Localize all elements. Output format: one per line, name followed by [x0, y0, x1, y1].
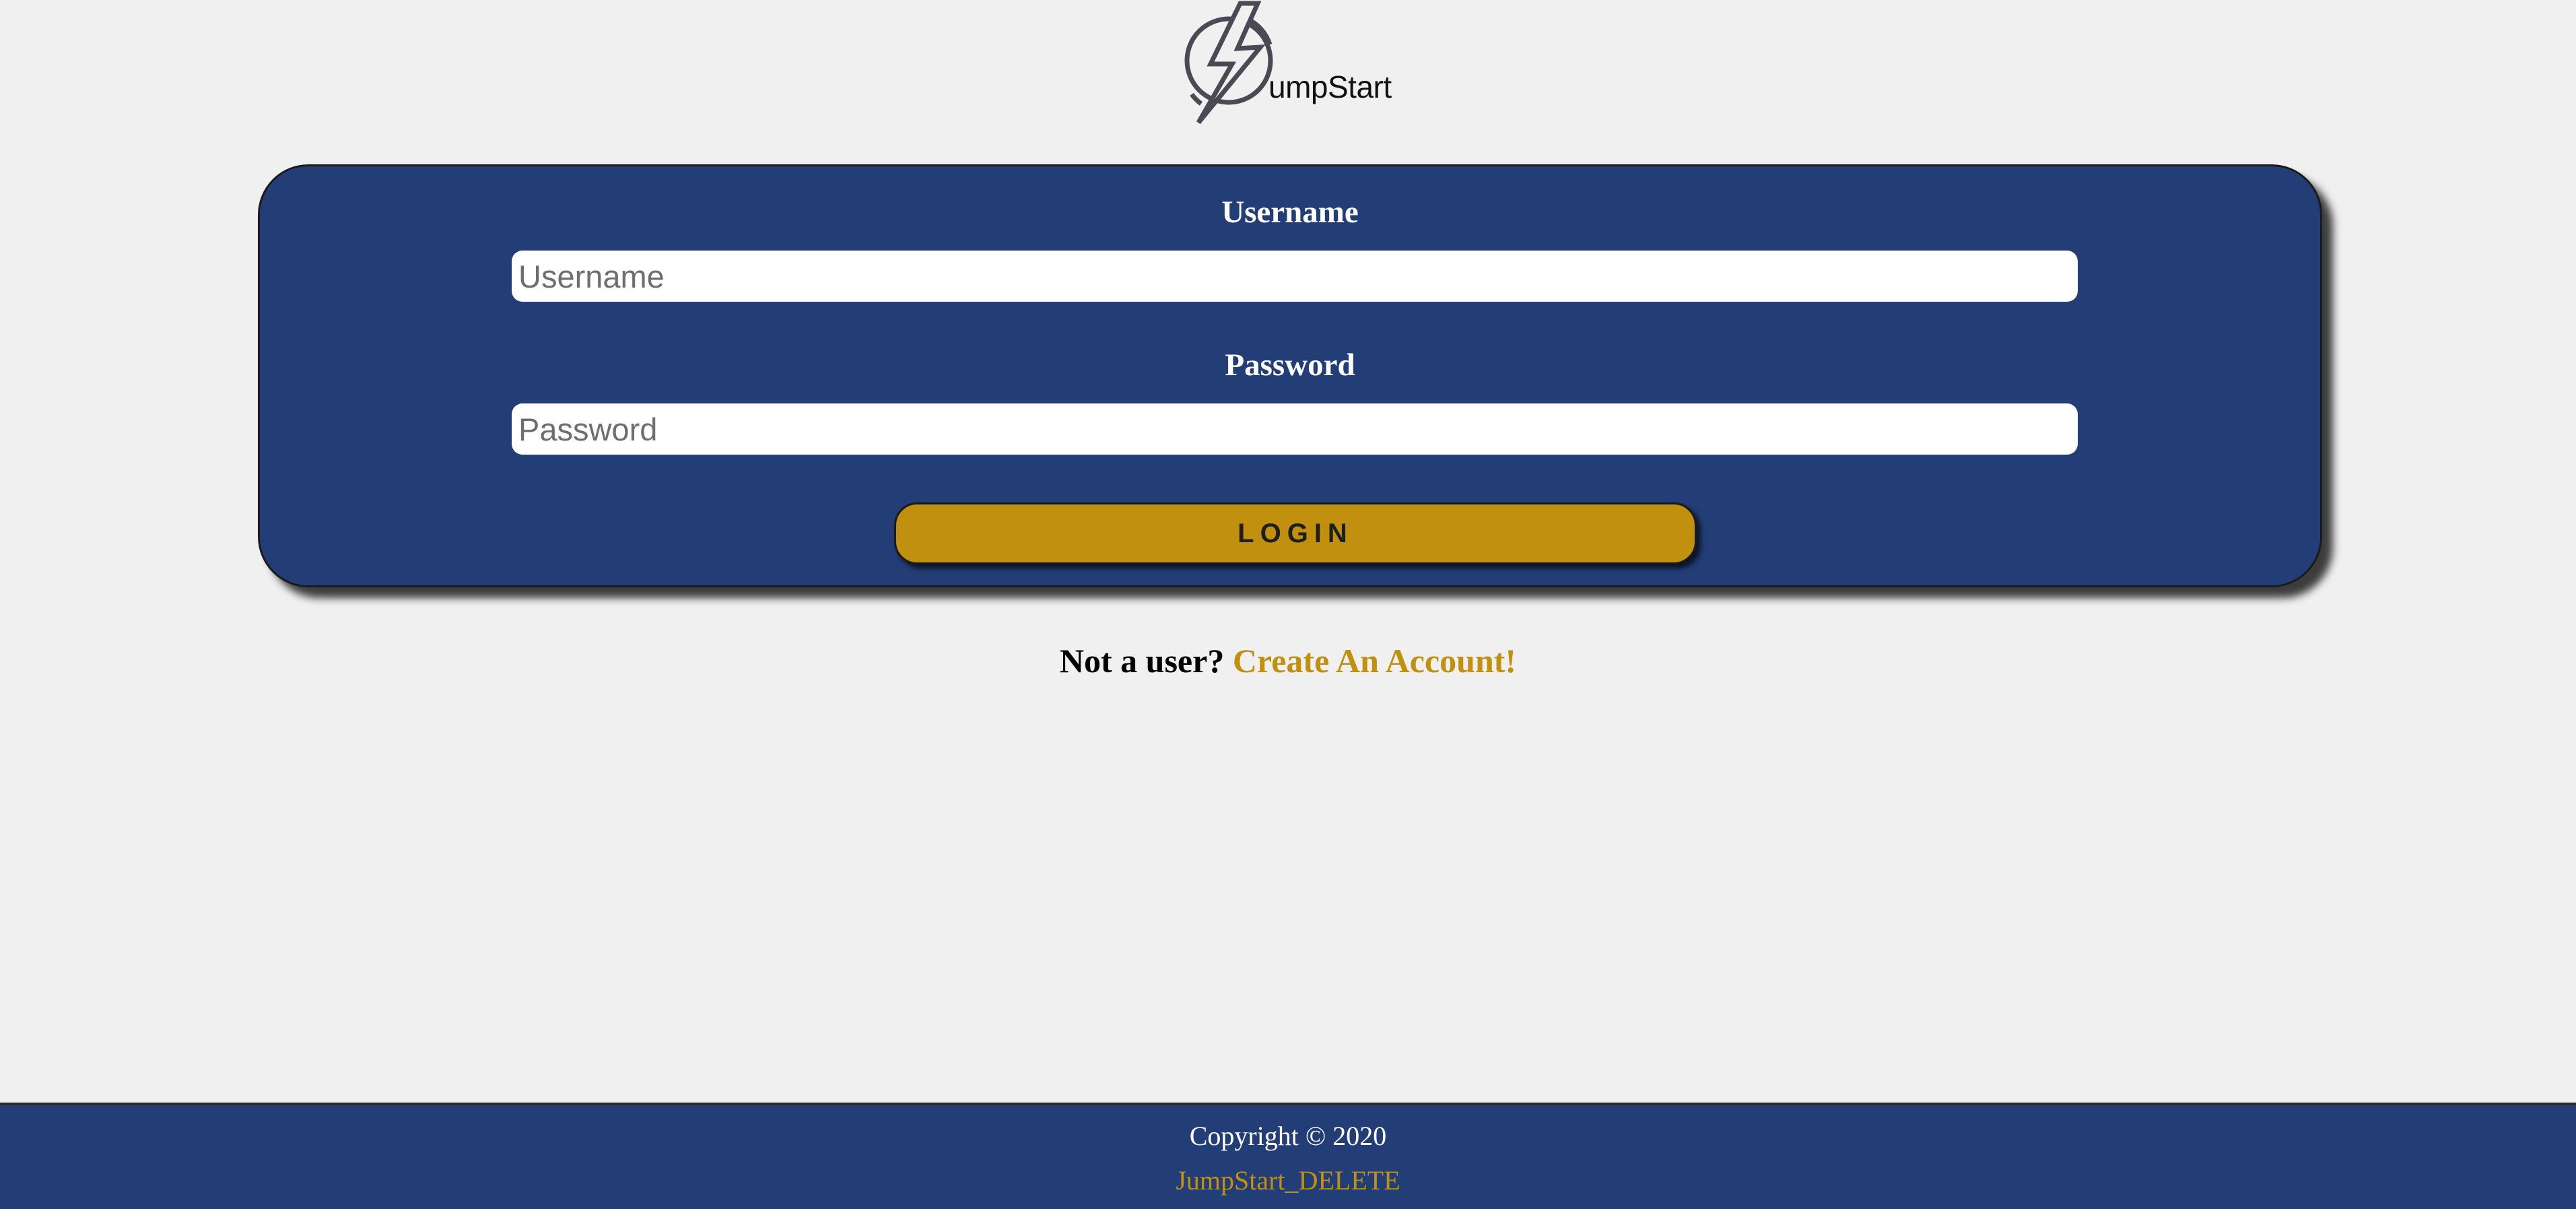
username-input[interactable] [512, 251, 2078, 302]
password-label: Password [1225, 348, 1355, 383]
username-label: Username [1221, 195, 1359, 230]
password-input[interactable] [512, 403, 2078, 455]
brand-logo[interactable]: umpStart [1178, 0, 1392, 128]
copyright-text: Copyright © 2020 [1189, 1121, 1387, 1151]
create-account-link[interactable]: Create An Account! [1233, 642, 1516, 680]
footer: Copyright © 2020 JumpStart_DELETE [0, 1103, 2576, 1209]
footer-link-container: JumpStart_DELETE [0, 1165, 2576, 1196]
signup-prompt-text: Not a user? [1059, 642, 1225, 680]
brand-logo-text: umpStart [1268, 69, 1392, 104]
lightning-bolt-icon [1184, 1, 1273, 125]
footer-link[interactable]: JumpStart_DELETE [1176, 1165, 1400, 1196]
login-card: Username Password LOGIN [258, 164, 2322, 587]
login-button[interactable]: LOGIN [894, 502, 1697, 564]
signup-prompt-line: Not a user? Create An Account! [0, 641, 2576, 680]
